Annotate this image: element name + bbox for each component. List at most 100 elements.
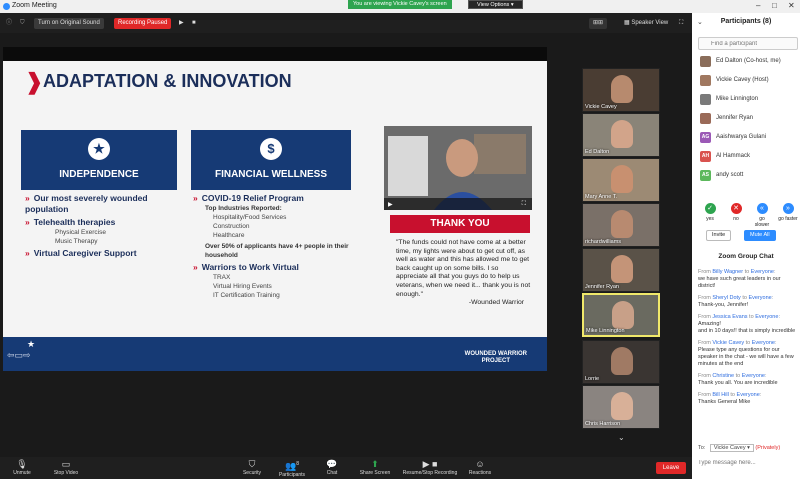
participant-item[interactable]: AH Al Hammack [698, 148, 798, 166]
participant-face [612, 301, 634, 329]
message-text: Please type any questions for our speake… [698, 347, 794, 367]
participant-name: Aaishwarya Gulani [716, 134, 767, 140]
chat-bubble-icon: 💬 [326, 459, 338, 469]
unmute-label: Unmute [13, 470, 31, 476]
quote-text: "The funds could not have come at a bett… [396, 239, 531, 298]
stop-recording-icon[interactable]: ■ [188, 18, 200, 29]
participant-name: Vickie Cavey (Host) [716, 77, 769, 83]
message-text: Amazing! and in 10 days!! that is simply… [698, 321, 796, 334]
close-icon[interactable]: ✕ [788, 1, 795, 10]
maximize-icon[interactable]: □ [772, 1, 777, 10]
go-slower-icon: « [756, 203, 768, 214]
bullet-wounded: » Our most severely wounded population [25, 193, 148, 214]
participant-search-input[interactable] [698, 37, 798, 50]
info-icon[interactable]: ⓘ [2, 18, 16, 29]
privately-label: (Privately) [755, 445, 781, 451]
share-screen-icon: ⬆ [371, 459, 379, 469]
participants-button[interactable]: 👥8 Participants [272, 459, 312, 478]
unmute-button[interactable]: 🎙 Unmute [2, 459, 42, 476]
sender: Sheryl Doty [712, 295, 741, 301]
minimize-icon[interactable]: – [756, 1, 760, 10]
participants-count: 8 [296, 461, 299, 467]
tile-name: richardwilliams [585, 239, 622, 245]
video-tile[interactable]: Jennifer Ryan [582, 248, 660, 292]
fullscreen-icon[interactable]: ⛶ [675, 18, 687, 29]
video-tile[interactable]: richardwilliams [582, 203, 660, 247]
window-titlebar: Zoom Meeting You are viewing Vickie Cave… [0, 0, 800, 13]
reaction-go-faster[interactable]: » go faster [778, 203, 798, 222]
reactions-button[interactable]: ☺ Reactions [460, 459, 500, 476]
chat-recipient-row: To: Vickie Cavey ▾ (Privately) [698, 444, 780, 452]
recording-button[interactable]: ▶ ■ Resume/Stop Recording [395, 459, 465, 476]
share-screen-button[interactable]: ⬆ Share Screen [355, 459, 395, 476]
video-tile[interactable]: Ed Dalton [582, 113, 660, 157]
video-fullscreen-icon[interactable]: ⛶ [522, 201, 526, 208]
video-play-icon[interactable]: ▶ [388, 201, 393, 208]
meeting-topbar: ⓘ ⛉ Turn on Original Sound Recording Pau… [0, 13, 692, 33]
video-tile[interactable]: Chris Harrison [582, 385, 660, 429]
recipient: Everyone [751, 340, 775, 346]
embedded-video[interactable]: ▶ ⛶ [384, 126, 532, 210]
gallery-scroll-down-icon[interactable]: ⌄ [618, 433, 625, 442]
meeting-controls: 🎙 Unmute ▭ Stop Video ⛉ Security 👥8 Particip… [0, 457, 692, 479]
window-title: Zoom Meeting [12, 2, 57, 9]
reaction-go-slower[interactable]: « go slower [752, 203, 772, 228]
participant-item[interactable]: Vickie Cavey (Host) [698, 72, 798, 90]
video-tile[interactable]: Mary Anne T. [582, 158, 660, 202]
video-frame [384, 126, 532, 210]
avatar: AH [700, 151, 711, 162]
security-shield-icon[interactable]: ⛉ [16, 18, 29, 29]
resume-recording-icon[interactable]: ▶ [175, 18, 188, 29]
no-icon: ✕ [730, 203, 742, 214]
gallery-toggle-icon[interactable]: ⊞⊞ [589, 18, 608, 29]
yes-icon: ✓ [704, 203, 716, 214]
reaction-label: go faster [778, 216, 798, 222]
avatar [700, 113, 711, 124]
recipient-select[interactable]: Vickie Cavey ▾ [709, 444, 754, 452]
stop-video-button[interactable]: ▭ Stop Video [46, 459, 86, 476]
recipient: Everyone [750, 269, 774, 275]
view-options-label: View Options [477, 2, 510, 8]
message-text: Thanks General Mike [698, 399, 751, 405]
sender: Billy Wagner [712, 269, 744, 275]
speaker-view-button[interactable]: ▦ Speaker View [620, 18, 672, 29]
slide-footer: ★ ⇦▭⇨ WOUNDED WARRIOR PROJECT [3, 337, 547, 371]
leave-button[interactable]: Leave [656, 462, 686, 474]
chat-message: From Sheryl Doty to Everyone: Thank-you, … [698, 295, 798, 309]
message-text: Thank you all. You are incredible [698, 380, 778, 386]
participant-item[interactable]: AS andy scott [698, 167, 798, 185]
message-text: Thank-you, Jennifer! [698, 302, 749, 308]
chat-button[interactable]: 💬 Chat [312, 459, 352, 476]
reaction-yes[interactable]: ✓ yes [700, 203, 720, 222]
security-button[interactable]: ⛉ Security [232, 459, 272, 476]
bullet-telehealth-text: Telehealth therapies [33, 217, 116, 227]
wounded-warrior-logo: WOUNDED WARRIOR PROJECT [465, 351, 527, 365]
recipient: Everyone [748, 295, 772, 301]
participant-item[interactable]: Jennifer Ryan [698, 110, 798, 128]
chat-input[interactable] [698, 460, 794, 466]
financial-wellness-label: FINANCIAL WELLNESS [214, 169, 328, 180]
video-tile-active-speaker[interactable]: Mike Linnington [582, 293, 660, 337]
industry-item: Construction [213, 223, 250, 230]
sender: Jessica Evans [712, 314, 748, 320]
invite-button[interactable]: Invite [706, 230, 732, 241]
video-tile[interactable]: Lorrie [582, 340, 660, 384]
participant-face [611, 347, 633, 375]
participant-item[interactable]: Mike Linnington [698, 91, 798, 109]
independence-box: ★ INDEPENDENCE [21, 130, 177, 190]
video-tile[interactable]: Vickie Cavey [582, 68, 660, 112]
original-sound-button[interactable]: Turn on Original Sound [34, 18, 104, 29]
tile-name: Vickie Cavey [585, 104, 617, 110]
independence-label: INDEPENDENCE [59, 169, 139, 180]
sender: Bill Hill [712, 392, 729, 398]
participant-item[interactable]: AG Aaishwarya Gulani [698, 129, 798, 147]
mute-all-button[interactable]: Mute All [744, 230, 776, 241]
view-options-button[interactable]: View Options ▾ [468, 0, 523, 9]
reaction-no[interactable]: ✕ no [726, 203, 746, 222]
avatar [700, 75, 711, 86]
industry-item: Healthcare [213, 232, 245, 239]
warriors-item: Virtual Hiring Events [213, 283, 272, 290]
participant-item[interactable]: Ed Dalton (Co-host, me) [698, 53, 798, 71]
quote-author: -Wounded Warrior [468, 299, 524, 307]
bullet-warriors: » Warriors to Work Virtual [193, 262, 299, 272]
